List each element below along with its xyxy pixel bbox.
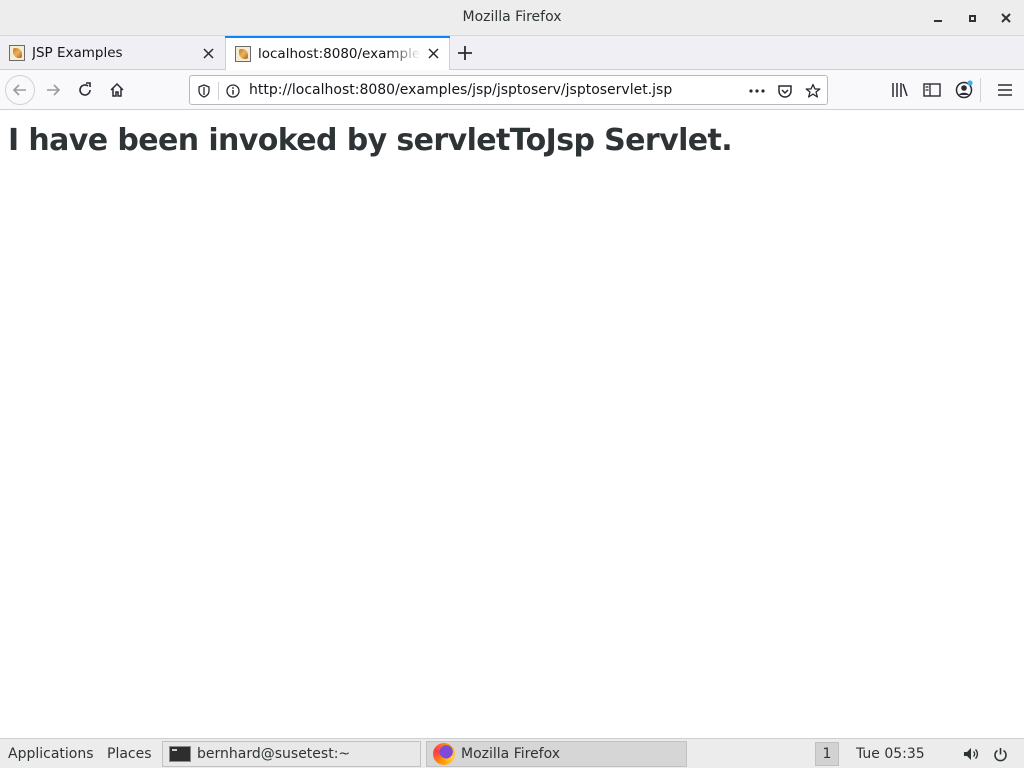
taskbar-window-label: bernhard@susetest:~ [197, 746, 351, 762]
tomcat-favicon-icon [235, 45, 251, 62]
sidebar-toggle-icon[interactable] [920, 78, 944, 102]
applications-menu[interactable]: Applications [8, 739, 94, 769]
reload-icon [79, 82, 91, 96]
hamburger-menu-icon[interactable] [993, 78, 1017, 102]
window-title: Mozilla Firefox [462, 9, 562, 25]
tab-close-button[interactable] [196, 41, 220, 65]
taskbar-window-firefox[interactable]: Mozilla Firefox [426, 741, 687, 767]
minimize-icon [934, 20, 942, 22]
workspace-switcher[interactable]: 1 [815, 742, 839, 766]
tab-label: localhost:8080/examples/jsp/jsptoserv/js… [258, 45, 421, 62]
tab-localhost[interactable]: localhost:8080/examples/jsp/jsptoserv/js… [225, 36, 450, 71]
home-button[interactable] [103, 76, 131, 104]
page-content: I have been invoked by servletToJsp Serv… [0, 111, 1024, 738]
tab-label: JSP Examples [32, 45, 123, 61]
taskbar-window-label: Mozilla Firefox [461, 746, 561, 762]
toolbar-divider [980, 78, 981, 102]
bookmark-star-icon[interactable] [803, 81, 823, 101]
home-icon [110, 82, 124, 97]
terminal-icon [169, 746, 191, 762]
urlbar-divider [218, 82, 219, 100]
desktop-taskbar: Applications Places bernhard@susetest:~ … [0, 738, 1024, 768]
close-icon [427, 48, 439, 59]
arrow-left-icon [12, 84, 26, 96]
library-icon[interactable] [888, 78, 912, 102]
reload-button[interactable] [71, 76, 99, 104]
pocket-icon[interactable] [775, 81, 795, 101]
taskbar-window-terminal[interactable]: bernhard@susetest:~ [162, 741, 421, 767]
back-button[interactable] [5, 75, 35, 105]
tracking-protection-shield-icon[interactable] [195, 82, 213, 100]
navigation-toolbar: http://localhost:8080/examples/jsp/jspto… [0, 70, 1024, 110]
tab-close-button[interactable] [421, 42, 445, 66]
tab-jsp-examples[interactable]: JSP Examples [0, 36, 224, 70]
maximize-icon [968, 14, 976, 22]
arrow-right-icon [47, 84, 61, 96]
page-actions-more-icon[interactable] [747, 81, 767, 101]
firefox-icon [433, 743, 455, 765]
site-info-icon[interactable] [224, 82, 242, 100]
volume-icon[interactable] [962, 739, 980, 769]
close-icon [1001, 13, 1011, 23]
power-icon[interactable] [991, 739, 1009, 769]
account-icon[interactable] [952, 78, 976, 102]
maximize-button[interactable] [962, 8, 982, 28]
places-menu[interactable]: Places [107, 739, 152, 769]
page-heading: I have been invoked by servletToJsp Serv… [8, 123, 733, 158]
tomcat-favicon-icon [9, 45, 25, 61]
new-tab-button[interactable] [453, 41, 477, 65]
url-input[interactable]: http://localhost:8080/examples/jsp/jspto… [249, 82, 672, 98]
tab-strip: JSP Examples localhost:8080/examples/jsp… [0, 36, 1024, 71]
forward-button[interactable] [39, 76, 67, 104]
minimize-button[interactable] [928, 8, 948, 28]
clock[interactable]: Tue 05:35 [856, 739, 925, 769]
window-titlebar: Mozilla Firefox [0, 0, 1024, 36]
address-bar[interactable]: http://localhost:8080/examples/jsp/jspto… [189, 75, 828, 105]
plus-icon [458, 46, 472, 60]
close-window-button[interactable] [996, 8, 1016, 28]
close-icon [202, 47, 214, 59]
